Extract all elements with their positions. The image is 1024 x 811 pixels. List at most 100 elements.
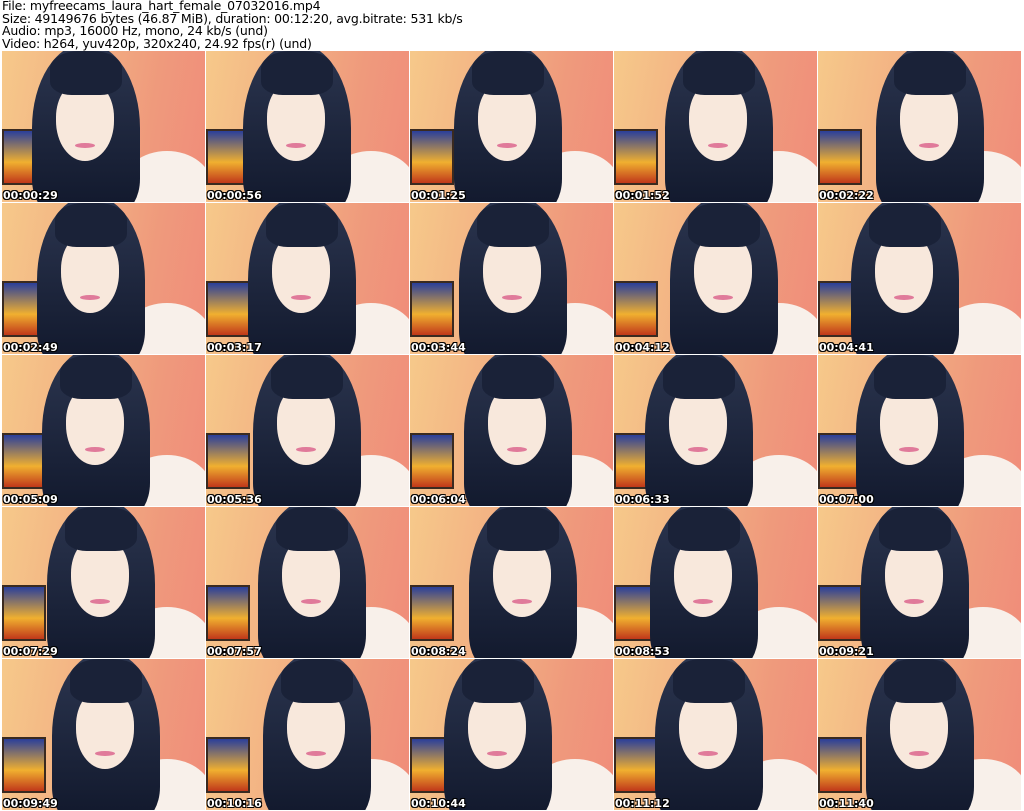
lips [502,295,522,300]
timestamp: 00:09:21 [819,645,874,658]
lips [306,751,326,756]
video-thumbnail[interactable]: 00:03:17 [206,203,409,354]
lips [90,599,110,604]
video-thumbnail[interactable]: 00:06:04 [410,355,613,506]
bangs [482,355,554,399]
video-thumbnail[interactable]: 00:05:36 [206,355,409,506]
lips [899,447,919,452]
wall-poster [206,737,250,793]
wall-poster [2,433,46,489]
lips [894,295,914,300]
lips [301,599,321,604]
timestamp: 00:03:44 [411,341,466,354]
bangs [869,203,941,247]
bangs [477,203,549,247]
lips [512,599,532,604]
bangs [281,659,353,703]
video-thumbnail[interactable]: 00:01:25 [410,51,613,202]
bangs [683,51,755,95]
video-thumbnail[interactable]: 00:06:33 [614,355,817,506]
bangs [271,355,343,399]
video-thumbnail[interactable]: 00:10:16 [206,659,409,810]
bangs [462,659,534,703]
video-thumbnail[interactable]: 00:07:00 [818,355,1021,506]
lips [688,447,708,452]
video-thumbnail[interactable]: 00:10:44 [410,659,613,810]
timestamp: 00:03:17 [207,341,262,354]
bangs [663,355,735,399]
lips [80,295,100,300]
wall-poster [410,585,454,641]
video-thumbnail[interactable]: 00:02:22 [818,51,1021,202]
lips [497,143,517,148]
file-info-header: File: myfreecams_laura_hart_female_07032… [2,0,463,50]
video-thumbnail[interactable]: 00:07:57 [206,507,409,658]
wall-poster [614,129,658,185]
wall-poster [818,129,862,185]
timestamp: 00:07:57 [207,645,262,658]
wall-poster [818,585,862,641]
wall-poster [410,129,454,185]
lips [919,143,939,148]
lips [904,599,924,604]
video-thumbnail[interactable]: 00:00:56 [206,51,409,202]
timestamp: 00:11:40 [819,797,874,810]
lips [708,143,728,148]
timestamp: 00:10:44 [411,797,466,810]
lips [698,751,718,756]
timestamp: 00:04:12 [615,341,670,354]
video-thumbnail[interactable]: 00:04:12 [614,203,817,354]
video-thumbnail[interactable]: 00:08:24 [410,507,613,658]
timestamp: 00:05:36 [207,493,262,506]
timestamp: 00:00:29 [3,189,58,202]
video-thumbnail[interactable]: 00:01:52 [614,51,817,202]
wall-poster [206,585,250,641]
bangs [688,203,760,247]
video-thumbnail[interactable]: 00:09:21 [818,507,1021,658]
video-thumbnail[interactable]: 00:11:40 [818,659,1021,810]
wall-poster [2,737,46,793]
bangs [668,507,740,551]
video-info: Video: h264, yuv420p, 320x240, 24.92 fps… [2,35,312,51]
bangs [472,51,544,95]
timestamp: 00:00:56 [207,189,262,202]
lips [85,447,105,452]
timestamp: 00:06:04 [411,493,466,506]
video-thumbnail[interactable]: 00:08:53 [614,507,817,658]
timestamp: 00:01:52 [615,189,670,202]
bangs [673,659,745,703]
thumbnail-grid: 00:00:29 00:00:56 00:01:25 00:01:52 00:02:22… [2,51,1022,811]
lips [95,751,115,756]
wall-poster [818,737,862,793]
video-thumbnail[interactable]: 00:02:49 [2,203,205,354]
timestamp: 00:04:41 [819,341,874,354]
lips [296,447,316,452]
wall-poster [206,433,250,489]
bangs [884,659,956,703]
wall-poster [614,281,658,337]
wall-poster [2,585,46,641]
wall-poster [206,281,250,337]
video-thumbnail[interactable]: 00:00:29 [2,51,205,202]
bangs [70,659,142,703]
bangs [50,51,122,95]
video-thumbnail[interactable]: 00:09:49 [2,659,205,810]
video-thumbnail[interactable]: 00:03:44 [410,203,613,354]
video-thumbnail[interactable]: 00:07:29 [2,507,205,658]
bangs [65,507,137,551]
lips [75,143,95,148]
video-thumbnail[interactable]: 00:11:12 [614,659,817,810]
bangs [879,507,951,551]
bangs [874,355,946,399]
lips [713,295,733,300]
wall-poster [614,737,658,793]
timestamp: 00:07:00 [819,493,874,506]
video-thumbnail[interactable]: 00:05:09 [2,355,205,506]
wall-poster [410,281,454,337]
lips [487,751,507,756]
timestamp: 00:10:16 [207,797,262,810]
lips [291,295,311,300]
timestamp: 00:06:33 [615,493,670,506]
timestamp: 00:05:09 [3,493,58,506]
video-thumbnail[interactable]: 00:04:41 [818,203,1021,354]
